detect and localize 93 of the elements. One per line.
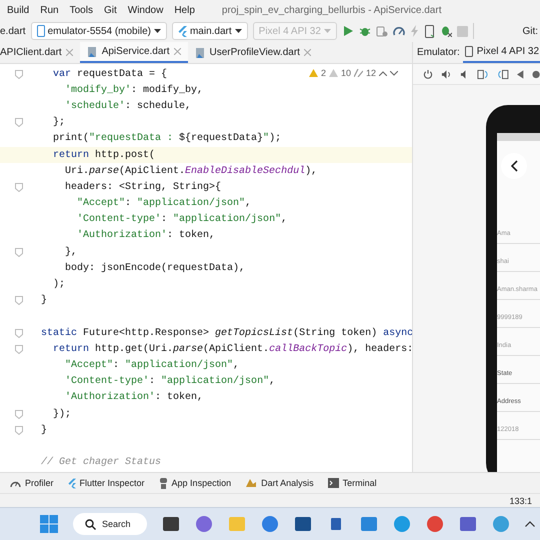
weak-warning-count: 12 [366, 68, 376, 78]
code-line: 'schedule': schedule, [64, 100, 192, 112]
power-icon[interactable] [423, 68, 433, 80]
editor-tab[interactable]: UserProfileView.dart [188, 42, 318, 63]
run-icon[interactable] [342, 25, 354, 37]
code-line: "Accept": "application/json", [64, 360, 240, 371]
close-icon[interactable] [304, 49, 311, 56]
fold-icon[interactable] [15, 410, 23, 419]
volume-up-icon[interactable] [440, 68, 452, 80]
file-selector[interactable]: e.dart [0, 26, 26, 36]
fold-icon[interactable] [15, 344, 23, 354]
menu-item[interactable]: Help [174, 4, 195, 16]
menu-item[interactable]: Build [7, 4, 30, 16]
run-config-dropdown[interactable]: main.dart [172, 22, 248, 40]
chevron-up-icon[interactable] [524, 521, 535, 527]
fold-icon[interactable] [15, 118, 23, 128]
code-line: 'Content-type': "application/json", [76, 214, 288, 226]
warning-icon[interactable] [308, 69, 318, 77]
close-icon[interactable] [66, 49, 73, 56]
code-line: }; [52, 117, 66, 128]
code-line: ); [52, 279, 66, 290]
code-line: return http.post( [52, 150, 156, 161]
tool-window-button[interactable]: Profiler [10, 478, 54, 488]
rotate-left-icon[interactable] [476, 68, 489, 80]
menu-item[interactable]: Tools [70, 4, 93, 16]
dart-file-icon [86, 46, 98, 58]
tool-window-button[interactable]: App Inspection [158, 478, 232, 488]
gauge-icon [10, 479, 21, 487]
fold-icon[interactable] [15, 248, 23, 257]
menu-item[interactable]: Git [104, 4, 117, 16]
tool-window-button[interactable]: Flutter Inspector [68, 478, 145, 488]
phone-icon [36, 25, 45, 37]
menu-item[interactable]: Window [128, 4, 164, 16]
gauge-icon[interactable] [392, 25, 405, 37]
code-line: var requestData = { [52, 68, 168, 80]
error-count: 2 [320, 68, 326, 78]
tool-window-button[interactable]: Dart Analysis [245, 478, 314, 488]
caret-icon [154, 29, 161, 33]
cursor-position[interactable]: 133:1 [509, 496, 532, 506]
code-line: } [40, 424, 48, 436]
code-line: return http.get(Uri.parse(ApiClient.callBackTopic), headers: [52, 344, 412, 355]
editor-tab[interactable]: APIClient.dart [0, 42, 80, 63]
typo-icon[interactable] [354, 69, 363, 77]
code-line: 'modify_by': modify_by, [64, 84, 204, 96]
chevron-down-icon[interactable] [390, 70, 398, 76]
code-line: static Future<http.Response> getTopicsList(String token) async [40, 328, 412, 339]
editor-tab[interactable]: ApiService.dart [80, 42, 188, 63]
home-icon[interactable] [532, 70, 540, 78]
close-icon[interactable] [174, 48, 181, 55]
fold-icon[interactable] [15, 182, 23, 192]
lightning-icon[interactable] [410, 25, 420, 37]
bug-icon[interactable] [358, 25, 371, 37]
fold-icon[interactable] [15, 70, 23, 79]
back-icon[interactable] [516, 70, 524, 78]
chevron-up-icon[interactable] [379, 70, 387, 76]
code-line: }); [52, 408, 72, 420]
code-line: body: jsonEncode(requestData), [64, 262, 246, 274]
caret-icon [234, 29, 242, 33]
code-line: Uri.parse(ApiClient.EnableDisableSechdul), [64, 166, 318, 177]
flutter-icon [68, 478, 76, 488]
code-line: "Accept": "application/json", [76, 198, 252, 210]
code-line: 'Content-type': "application/json", [64, 376, 276, 388]
caret-icon [324, 29, 331, 33]
fold-icon[interactable] [15, 296, 23, 306]
windows-start-icon[interactable] [40, 515, 58, 533]
menu-item[interactable]: Run [40, 4, 59, 16]
code-line: // Get chager Status [40, 457, 162, 468]
rotate-right-icon[interactable] [496, 68, 509, 80]
robot-icon [158, 478, 168, 488]
git-label: Git: [522, 26, 539, 36]
code-line: 'Authorization': token, [64, 392, 204, 404]
dart-file-icon [194, 46, 206, 58]
warning-icon[interactable] [328, 69, 338, 77]
emulator-label: Emulator: [417, 47, 460, 58]
window-title: proj_spin_ev_charging_bellurbis - ApiService.dart [222, 4, 442, 16]
code-line: }, [64, 246, 78, 258]
analysis-icon [245, 478, 258, 488]
code-line: 'Authorization': token, [76, 230, 216, 242]
device-dropdown[interactable]: emulator-5554 (mobile) [30, 22, 167, 40]
search-button[interactable]: Search [73, 513, 147, 535]
flutter-icon [178, 26, 187, 36]
back-button[interactable] [501, 153, 527, 179]
code-line: headers: <String, String>{ [64, 182, 222, 193]
phone-icon [464, 46, 474, 58]
search-icon [85, 518, 96, 530]
device-manager-icon[interactable] [424, 24, 435, 38]
tool-window-button[interactable]: Terminal [328, 478, 377, 488]
terminal-icon [328, 478, 339, 488]
fold-icon[interactable] [15, 328, 23, 338]
fold-icon[interactable] [15, 426, 23, 435]
warning-count: 10 [340, 68, 351, 78]
code-line: } [40, 295, 48, 306]
code-line: print("requestData : ${requestData}"); [52, 133, 282, 144]
